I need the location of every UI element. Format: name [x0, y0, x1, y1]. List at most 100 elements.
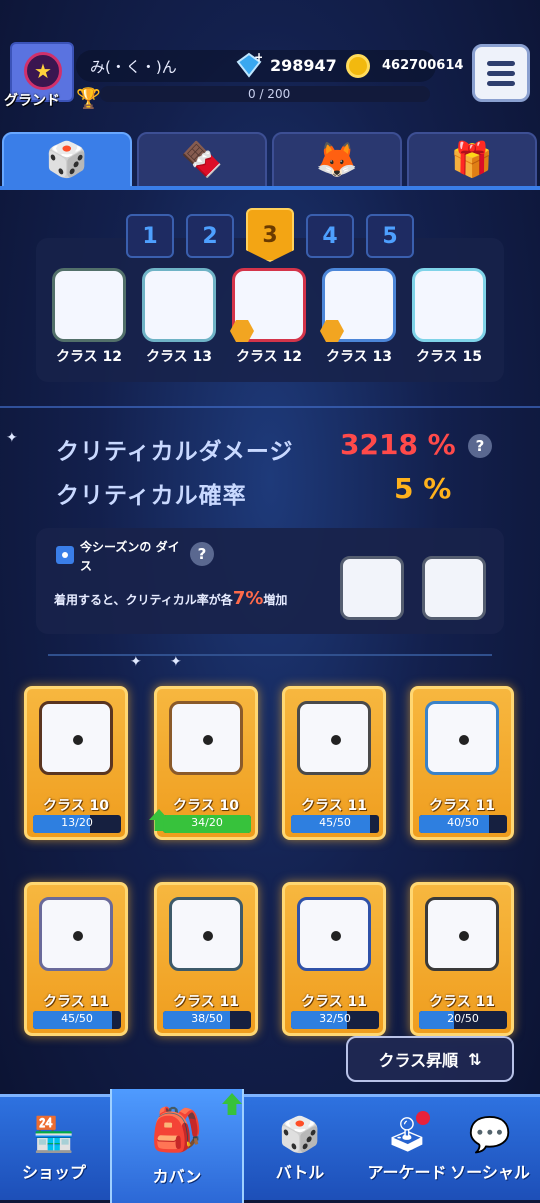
dice-card[interactable]: クラス 10 34/20	[149, 686, 258, 840]
deck-preset-5[interactable]: 5	[366, 214, 414, 258]
notification-badge	[416, 1111, 430, 1125]
coin-icon[interactable]	[346, 54, 370, 78]
nav-social[interactable]: 💬 ソーシャル	[440, 1097, 540, 1203]
nav-bag[interactable]: 🎒 カバン	[110, 1089, 244, 1203]
deck-preset-4[interactable]: 4	[306, 214, 354, 258]
shop-icon: 🏪	[32, 1115, 76, 1155]
dice-icon	[56, 546, 74, 564]
tab-bar: 🎲 🍫 🦊 🎁	[0, 126, 540, 188]
card-class-label: クラス 10	[42, 798, 110, 814]
dice-image	[169, 897, 243, 971]
dice-card[interactable]: クラス 11 38/50	[154, 882, 258, 1036]
dice-card[interactable]: クラス 11 20/50	[410, 882, 514, 1036]
deck-die-label: クラス 12	[235, 349, 303, 365]
nav-label: バトル	[275, 1163, 325, 1182]
bottom-nav: 🏪 ショップ 🎒 カバン 🎲 バトル 🕹 アーケード 💬 ソーシャル	[0, 1089, 540, 1203]
card-class-label: クラス 11	[428, 798, 496, 814]
crit-damage-value: 3218 %	[340, 428, 456, 461]
dice-icon: 🎲	[45, 140, 89, 180]
sort-button[interactable]: クラス昇順 ⇅	[346, 1036, 514, 1082]
dice-image	[39, 701, 113, 775]
card-progress-bar: 40/50	[419, 815, 507, 833]
coin-count: 462700614	[382, 58, 464, 73]
dice-image	[425, 701, 499, 775]
dice-image	[39, 897, 113, 971]
tab-dice[interactable]: 🎲	[2, 132, 132, 188]
card-progress-bar: 38/50	[163, 1011, 251, 1029]
season-bonus: 7%	[232, 588, 264, 609]
nav-shop[interactable]: 🏪 ショップ	[0, 1097, 108, 1203]
nav-label: ショップ	[21, 1163, 86, 1182]
deck-die-label: クラス 12	[55, 349, 123, 365]
dice-image	[169, 701, 243, 775]
crit-damage-label: クリティカルダメージ	[56, 439, 294, 465]
help-icon[interactable]: ?	[190, 542, 214, 566]
season-description: 着用すると、クリティカル率が各7%増加	[54, 588, 287, 609]
xp-text: 0 / 200	[248, 87, 291, 101]
card-class-label: クラス 11	[172, 994, 240, 1010]
item-icon: 🎁	[450, 140, 494, 180]
tab-character[interactable]: 🦊	[272, 132, 402, 188]
top-bar: ★ グランド 🏆 み(・く・)ん + 298947 462700614 0 / …	[0, 36, 540, 116]
svg-text:+: +	[254, 52, 262, 64]
crit-rate-label: クリティカル確率	[56, 483, 247, 509]
menu-button[interactable]	[472, 44, 530, 102]
card-progress-bar: 34/20	[163, 815, 251, 833]
section-separator	[0, 406, 540, 408]
sparkle-icon: ✦	[6, 430, 18, 446]
menu-icon	[487, 60, 515, 66]
tab-chocolate[interactable]: 🍫	[137, 132, 267, 188]
nav-label: カバン	[152, 1167, 202, 1186]
card-progress-bar: 32/50	[291, 1011, 379, 1029]
dice-image	[297, 701, 371, 775]
character-icon: 🦊	[315, 140, 359, 180]
deck-die[interactable]	[412, 268, 486, 342]
card-progress-bar: 20/50	[419, 1011, 507, 1029]
season-die-2[interactable]	[422, 556, 486, 620]
chocolate-icon: 🍫	[180, 140, 224, 180]
card-progress-text: 45/50	[319, 816, 351, 829]
tab-items[interactable]: 🎁	[407, 132, 537, 188]
dice-image	[297, 897, 371, 971]
deck-die-label: クラス 15	[415, 349, 483, 365]
card-progress-bar: 45/50	[291, 815, 379, 833]
card-class-label: クラス 11	[300, 994, 368, 1010]
card-progress-text: 13/20	[61, 816, 93, 829]
card-class-label: クラス 11	[42, 994, 110, 1010]
card-class-label: クラス 11	[428, 994, 496, 1010]
card-progress-text: 40/50	[447, 816, 479, 829]
gem-icon[interactable]: +	[236, 52, 262, 78]
upgrade-arrow-icon	[222, 1093, 242, 1115]
dice-card[interactable]: クラス 11 32/50	[282, 882, 386, 1036]
gem-count: 298947	[270, 56, 337, 75]
divider	[48, 654, 492, 656]
season-die-1[interactable]	[340, 556, 404, 620]
sort-label: クラス昇順	[378, 1051, 459, 1070]
bag-icon: 🎒	[150, 1105, 204, 1154]
deck-preset-2[interactable]: 2	[186, 214, 234, 258]
dice-card[interactable]: クラス 10 13/20	[24, 686, 128, 840]
nav-battle[interactable]: 🎲 バトル	[246, 1097, 354, 1203]
social-icon: 💬	[468, 1115, 512, 1155]
dice-card[interactable]: クラス 11 45/50	[282, 686, 386, 840]
dice-card[interactable]: クラス 11 45/50	[24, 882, 128, 1036]
deck-preset-1[interactable]: 1	[126, 214, 174, 258]
rank-label: グランド	[4, 93, 60, 109]
dice-image	[425, 897, 499, 971]
help-icon[interactable]: ?	[468, 434, 492, 458]
username: み(・く・)ん	[90, 58, 177, 76]
sort-arrows-icon: ⇅	[468, 1049, 482, 1069]
sparkle-icon: ✦	[170, 654, 182, 670]
dice-card[interactable]: クラス 11 40/50	[410, 686, 514, 840]
trophy-icon: 🏆	[76, 86, 101, 110]
card-progress-bar: 45/50	[33, 1011, 121, 1029]
card-progress-text: 32/50	[319, 1012, 351, 1025]
deck-die[interactable]	[142, 268, 216, 342]
deck-die[interactable]	[52, 268, 126, 342]
season-title: 今シーズンの ダイス	[80, 540, 180, 573]
card-class-label: クラス 11	[300, 798, 368, 814]
deck-die-label: クラス 13	[145, 349, 213, 365]
card-class-label: クラス 10	[172, 798, 240, 814]
season-desc-text: 着用すると、クリティカル率が各	[54, 593, 233, 607]
sparkle-icon: ✦	[130, 654, 142, 670]
